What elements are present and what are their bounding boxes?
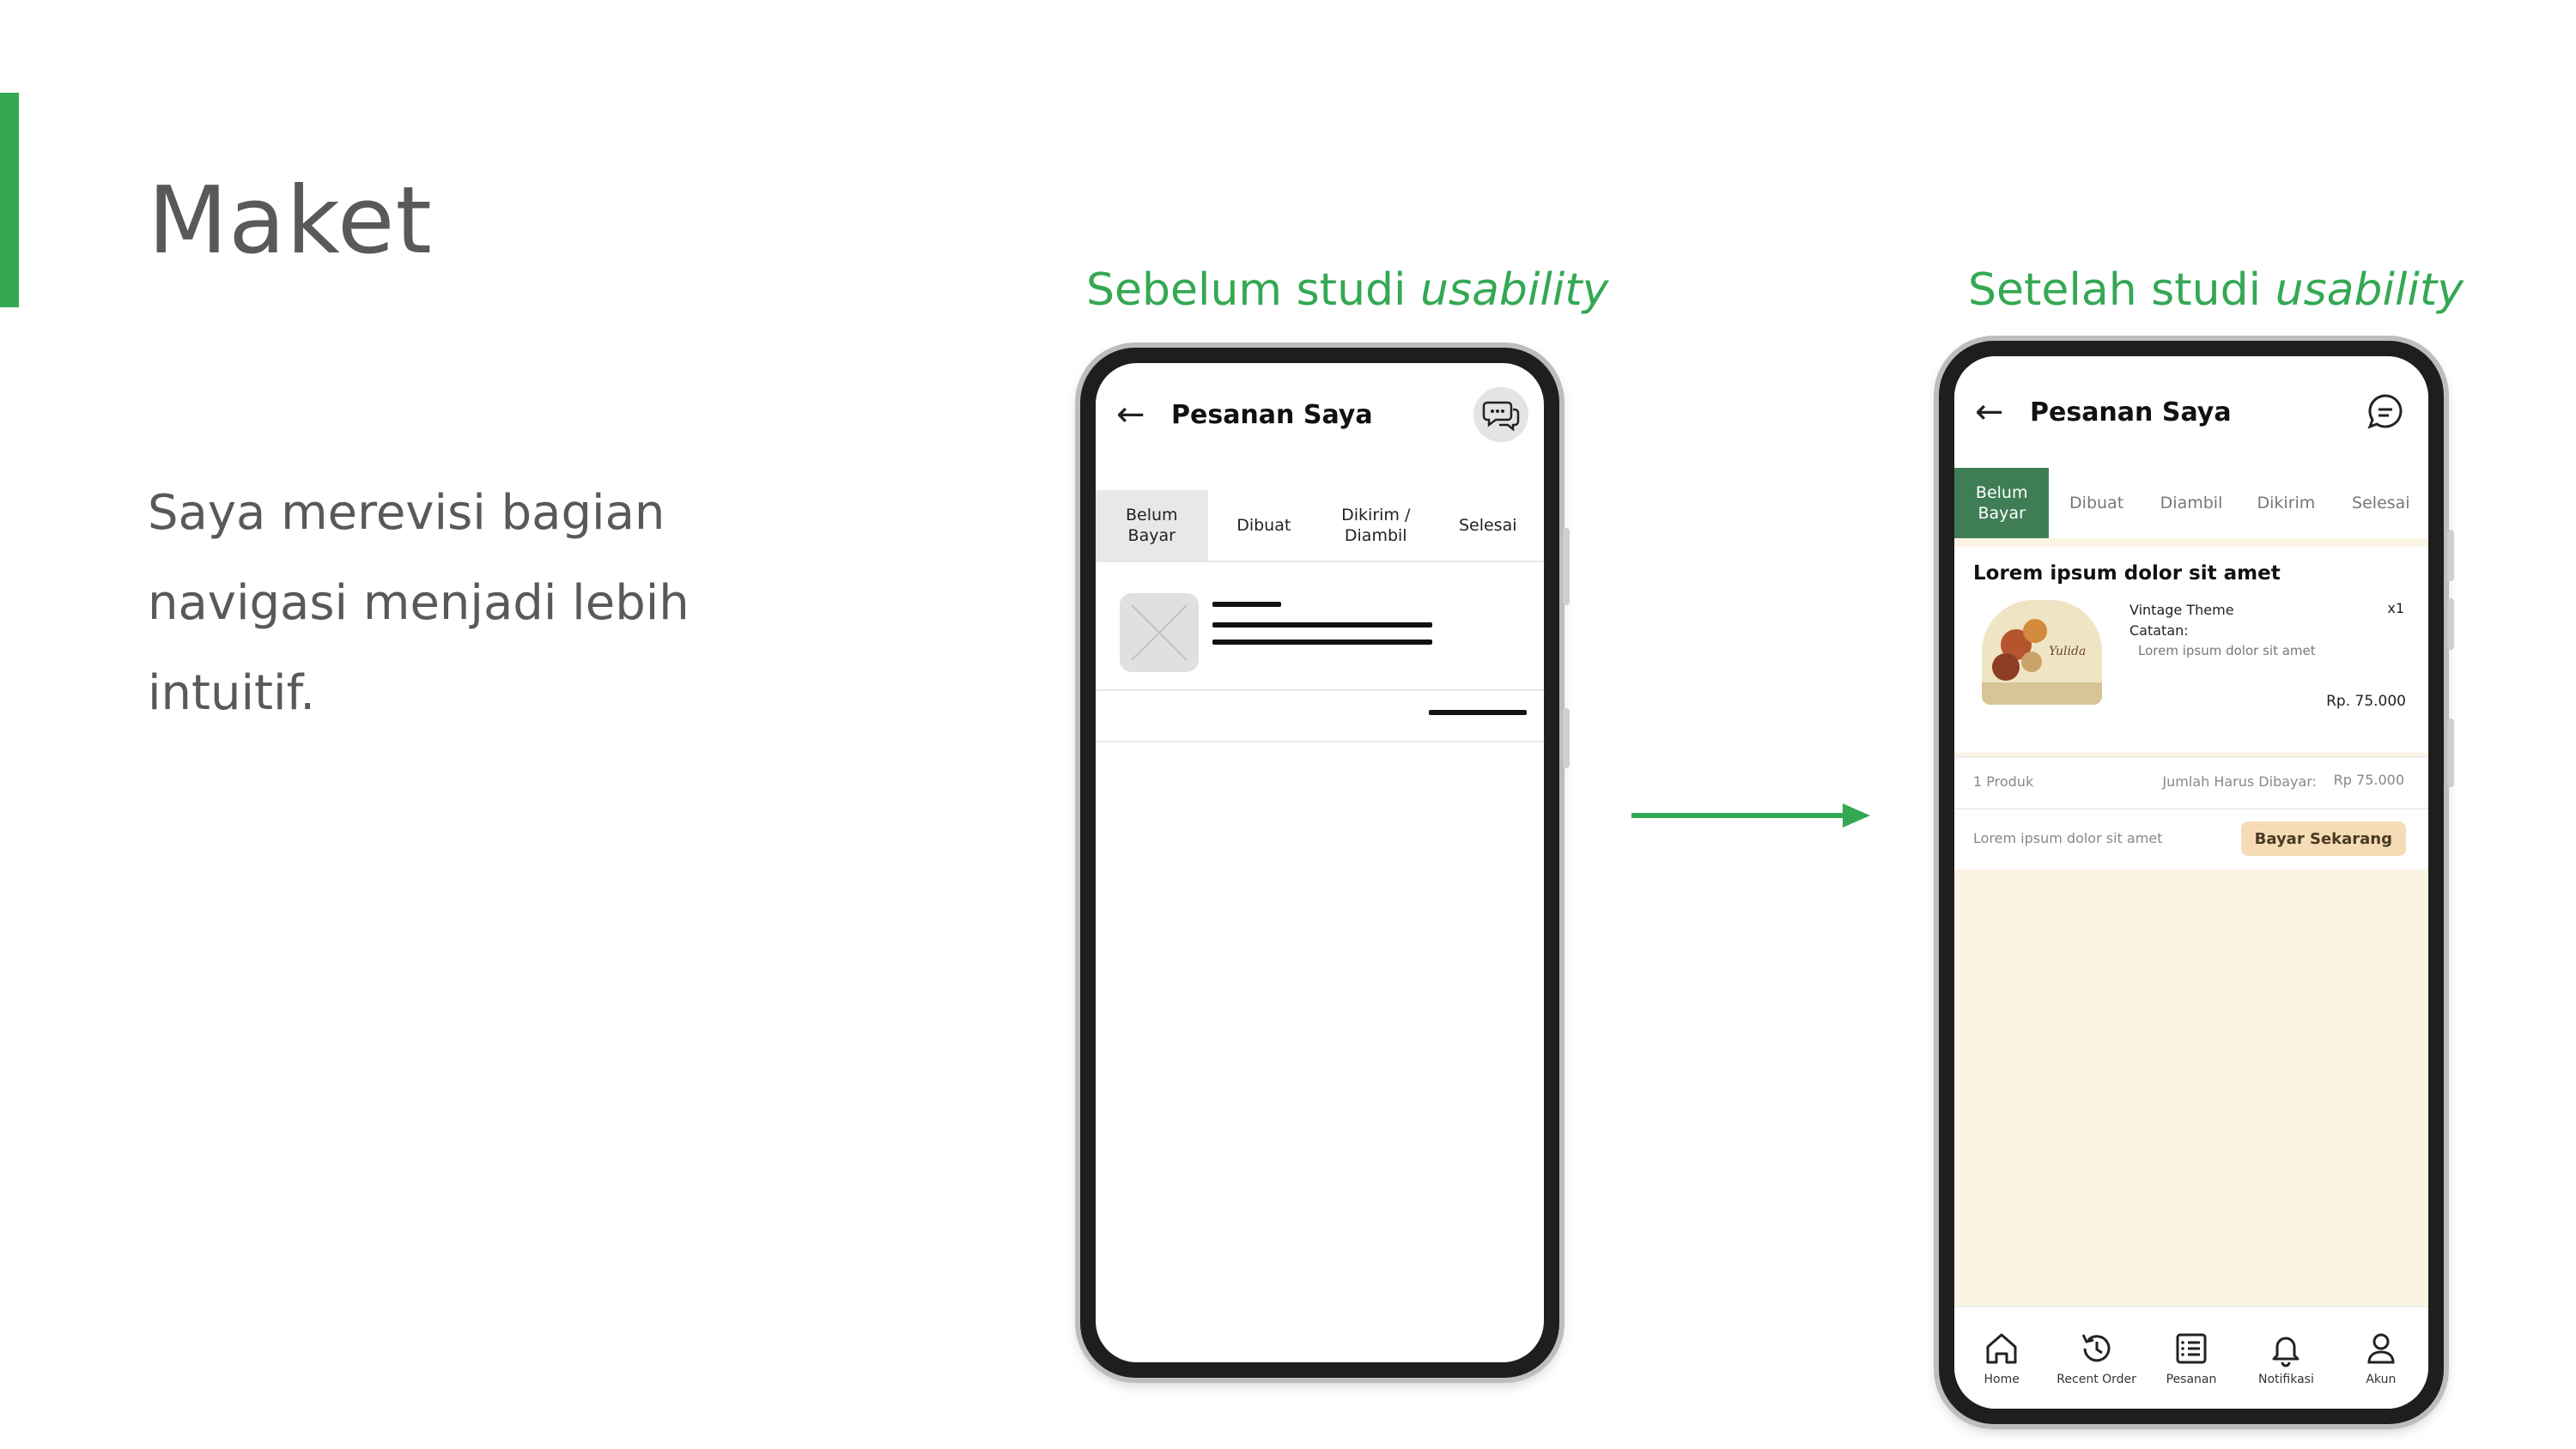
screen-after: ← Pesanan Saya Belum Bayar Dibuat Diambi… xyxy=(1954,356,2428,1409)
home-icon xyxy=(1986,1333,2017,1364)
tab-selesai[interactable]: Selesai xyxy=(1432,490,1545,561)
slide-title: Maket xyxy=(148,167,433,275)
product-price: Rp. 75.000 xyxy=(2326,693,2406,710)
product-name: Vintage Theme xyxy=(2129,602,2234,618)
header-title: Pesanan Saya xyxy=(2030,397,2232,427)
image-placeholder-icon xyxy=(1120,593,1199,672)
tab-diambil[interactable]: Diambil xyxy=(2144,468,2239,538)
side-button xyxy=(1563,708,1570,768)
tab-selesai[interactable]: Selesai xyxy=(2334,468,2428,538)
header-title: Pesanan Saya xyxy=(1171,399,1373,430)
placeholder-order-row[interactable] xyxy=(1096,561,1544,691)
payment-row: Lorem ipsum dolor sit amet Bayar Sekaran… xyxy=(1954,808,2428,870)
chat-icon[interactable] xyxy=(1473,387,1528,442)
back-arrow-icon[interactable]: ← xyxy=(1975,392,2018,432)
caption-after: Setelah studi usability xyxy=(1968,264,2464,316)
nav-label: Recent Order xyxy=(2057,1373,2136,1386)
side-button xyxy=(2447,598,2454,650)
tab-dibuat[interactable]: Dibuat xyxy=(2049,468,2143,538)
placeholder-line xyxy=(1212,640,1432,645)
header: ← Pesanan Saya xyxy=(1096,363,1544,466)
svg-text:Yulida: Yulida xyxy=(2049,645,2086,658)
nav-label: Akun xyxy=(2366,1373,2397,1386)
tab-dibuat[interactable]: Dibuat xyxy=(1208,490,1321,561)
side-button xyxy=(1563,528,1570,605)
tab-dikirim-diambil[interactable]: Dikirim / Diambil xyxy=(1320,490,1432,561)
nav-akun[interactable]: Akun xyxy=(2334,1307,2428,1409)
nav-home[interactable]: Home xyxy=(1954,1307,2049,1409)
back-arrow-icon[interactable]: ← xyxy=(1116,395,1159,434)
chat-icon[interactable] xyxy=(2358,385,2413,440)
total-label: Jumlah Harus Dibayar: xyxy=(2162,773,2317,790)
order-tabs: Belum Bayar Dibuat Diambil Dikirim Seles… xyxy=(1954,468,2428,538)
tab-belum-bayar[interactable]: Belum Bayar xyxy=(1954,468,2050,538)
placeholder-summary-row xyxy=(1096,689,1544,743)
note-text: Lorem ipsum dolor sit amet xyxy=(2138,643,2316,658)
screen-before: ← Pesanan Saya Belum Bayar Dibuat Dikiri… xyxy=(1096,363,1544,1362)
slide-body: Saya merevisi bagian navigasi menjadi le… xyxy=(148,485,690,721)
side-button xyxy=(2447,718,2454,787)
phone-before: ← Pesanan Saya Belum Bayar Dibuat Dikiri… xyxy=(1080,348,1570,1378)
placeholder-line xyxy=(1212,622,1432,627)
phone-after: ← Pesanan Saya Belum Bayar Dibuat Diambi… xyxy=(1939,341,2454,1424)
payment-note: Lorem ipsum dolor sit amet xyxy=(1973,830,2163,846)
pay-now-button[interactable]: Bayar Sekarang xyxy=(2240,822,2406,856)
placeholder-line xyxy=(1429,710,1527,715)
nav-notifikasi[interactable]: Notifikasi xyxy=(2239,1307,2333,1409)
note-label: Catatan: xyxy=(2129,622,2189,639)
accent-bar xyxy=(0,93,19,307)
nav-label: Notifikasi xyxy=(2257,1373,2314,1386)
order-tabs: Belum Bayar Dibuat Dikirim / Diambil Sel… xyxy=(1096,490,1544,562)
user-icon xyxy=(2367,1333,2395,1364)
nav-pesanan[interactable]: Pesanan xyxy=(2144,1307,2239,1409)
nav-label: Home xyxy=(1984,1373,2020,1386)
caption-before: Sebelum studi usability xyxy=(1086,264,1609,316)
product-count: 1 Produk xyxy=(1973,773,2034,790)
bell-icon xyxy=(2272,1337,2300,1367)
product-image: Yulida xyxy=(1982,600,2102,705)
tab-dikirim[interactable]: Dikirim xyxy=(2239,468,2333,538)
tab-belum-bayar[interactable]: Belum Bayar xyxy=(1096,490,1208,561)
order-card[interactable]: Lorem ipsum dolor sit amet Yulida Vintag… xyxy=(1954,547,2428,753)
nav-label: Pesanan xyxy=(2166,1373,2217,1386)
nav-recent-order[interactable]: Recent Order xyxy=(2049,1307,2143,1409)
transition-arrow-icon xyxy=(1631,803,1870,828)
order-title: Lorem ipsum dolor sit amet xyxy=(1973,562,2281,585)
placeholder-line xyxy=(1212,602,1281,607)
header: ← Pesanan Saya xyxy=(1954,356,2428,468)
bottom-nav: Home Recent Order Pesanan Notifikasi Aku… xyxy=(1954,1306,2428,1409)
side-button xyxy=(2447,530,2454,581)
order-summary: 1 Produk Jumlah Harus Dibayar: Rp 75.000 xyxy=(1954,756,2428,808)
history-icon xyxy=(2081,1334,2111,1362)
product-qty: x1 xyxy=(2387,600,2404,616)
list-icon xyxy=(2176,1333,2207,1364)
total-value: Rp 75.000 xyxy=(2333,772,2404,788)
